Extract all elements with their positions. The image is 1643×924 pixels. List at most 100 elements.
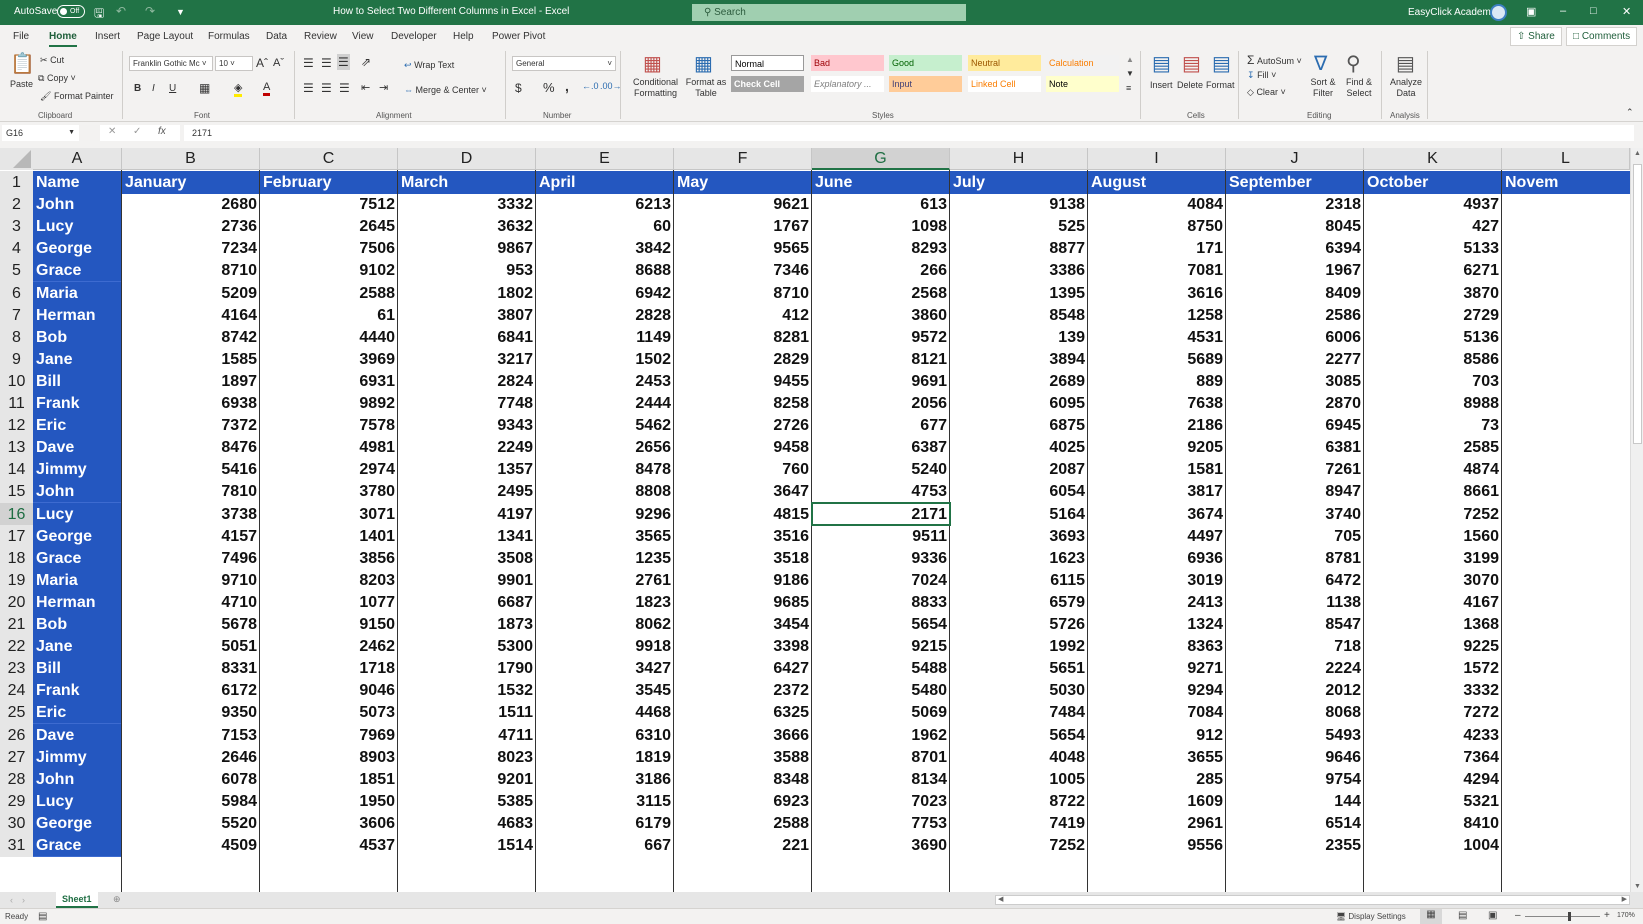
data-cell[interactable]: 705 [1226, 525, 1364, 548]
worksheet-grid[interactable]: ABCDEFGHIJKL 1 Name January February March Ap… [0, 148, 1630, 892]
data-cell[interactable]: 9225 [1364, 635, 1502, 658]
data-cell[interactable]: 8068 [1226, 701, 1364, 724]
data-cell[interactable]: 2828 [536, 304, 674, 327]
data-cell[interactable]: 7496 [122, 547, 260, 570]
analyze-data-icon[interactable]: ▤ [1396, 51, 1415, 76]
undo-icon[interactable]: ↶ [116, 4, 126, 18]
data-cell[interactable]: 9867 [398, 237, 536, 260]
align-center-icon[interactable]: ☰ [321, 81, 332, 95]
zoom-in-icon[interactable]: + [1604, 910, 1610, 921]
data-cell[interactable]: 1873 [398, 613, 536, 636]
data-cell[interactable]: 9572 [812, 326, 950, 349]
data-cell[interactable]: 8348 [674, 768, 812, 791]
data-cell[interactable]: 3070 [1364, 569, 1502, 592]
data-cell[interactable]: 6095 [950, 392, 1088, 415]
align-right-icon[interactable]: ☰ [339, 81, 350, 95]
tab-insert[interactable]: Insert [95, 31, 120, 42]
data-cell[interactable]: 9901 [398, 569, 536, 592]
align-left-icon[interactable]: ☰ [303, 81, 314, 95]
data-cell[interactable]: 3427 [536, 657, 674, 680]
data-cell[interactable]: 8062 [536, 613, 674, 636]
data-cell[interactable]: 7081 [1088, 259, 1226, 282]
column-header-f[interactable]: F [674, 148, 812, 170]
data-cell[interactable]: 8586 [1364, 348, 1502, 371]
fill-color-icon[interactable]: ◈ [234, 81, 243, 97]
row-header[interactable]: 24 [0, 679, 33, 703]
data-cell[interactable]: 8331 [122, 657, 260, 680]
empty-cell[interactable] [1502, 326, 1630, 349]
data-cell[interactable]: 427 [1364, 215, 1502, 238]
data-cell[interactable]: 7372 [122, 414, 260, 437]
data-cell[interactable]: 7506 [260, 237, 398, 260]
data-cell[interactable]: 9892 [260, 392, 398, 415]
data-cell[interactable]: 7512 [260, 193, 398, 216]
data-cell[interactable]: 3817 [1088, 480, 1226, 503]
name-cell[interactable]: Dave [33, 723, 122, 747]
row-header[interactable]: 21 [0, 613, 33, 636]
close-icon[interactable]: ✕ [1622, 5, 1631, 18]
data-cell[interactable]: 2413 [1088, 591, 1226, 614]
data-cell[interactable]: 8363 [1088, 635, 1226, 658]
data-cell[interactable]: 9565 [674, 237, 812, 260]
data-cell[interactable]: 8877 [950, 237, 1088, 260]
data-cell[interactable]: 3780 [260, 480, 398, 503]
data-cell[interactable]: 4233 [1364, 724, 1502, 747]
data-cell[interactable]: 412 [674, 304, 812, 327]
data-cell[interactable]: 4753 [812, 480, 950, 503]
data-cell[interactable]: 3516 [674, 525, 812, 548]
increase-indent-icon[interactable]: ⇥ [379, 81, 388, 94]
name-cell[interactable]: Dave [33, 436, 122, 460]
format-cells-button[interactable]: Format [1206, 80, 1235, 90]
data-cell[interactable]: 1767 [674, 215, 812, 238]
row-header[interactable]: 6 [0, 281, 33, 305]
name-cell[interactable]: Eric [33, 414, 122, 438]
data-cell[interactable]: 667 [536, 834, 674, 857]
data-cell[interactable]: 2462 [260, 635, 398, 658]
header-cell[interactable]: March [398, 171, 536, 194]
data-cell[interactable]: 889 [1088, 370, 1226, 393]
vertical-scroll-thumb[interactable] [1633, 164, 1642, 444]
data-cell[interactable]: 2012 [1226, 679, 1364, 702]
scroll-down-icon[interactable]: ▼ [1634, 883, 1641, 890]
data-cell[interactable]: 4294 [1364, 768, 1502, 791]
data-cell[interactable]: 3115 [536, 790, 674, 813]
name-cell[interactable]: Herman [33, 590, 122, 614]
data-cell[interactable]: 9691 [812, 370, 950, 393]
data-cell[interactable]: 9511 [812, 525, 950, 548]
data-cell[interactable]: 2824 [398, 370, 536, 393]
data-cell[interactable]: 1851 [260, 768, 398, 791]
data-cell[interactable]: 2961 [1088, 812, 1226, 835]
empty-cell[interactable] [1502, 348, 1630, 371]
data-cell[interactable]: 9646 [1226, 746, 1364, 769]
name-cell[interactable]: Lucy [33, 502, 122, 526]
data-cell[interactable]: 9455 [674, 370, 812, 393]
data-cell[interactable]: 2729 [1364, 304, 1502, 327]
data-cell[interactable]: 3085 [1226, 370, 1364, 393]
data-cell[interactable]: 1609 [1088, 790, 1226, 813]
next-sheet-icon[interactable]: › [22, 895, 25, 905]
data-cell[interactable]: 8476 [122, 436, 260, 459]
data-cell[interactable]: 9138 [950, 193, 1088, 216]
name-cell[interactable]: Jane [33, 635, 122, 659]
data-cell[interactable]: 8710 [122, 259, 260, 282]
wrap-text-button[interactable]: ↩ Wrap Text [404, 60, 454, 71]
header-cell[interactable]: September [1226, 171, 1364, 194]
data-cell[interactable]: 5726 [950, 613, 1088, 636]
data-cell[interactable]: 7024 [812, 569, 950, 592]
data-cell[interactable]: 5984 [122, 790, 260, 813]
row-header[interactable]: 20 [0, 590, 33, 614]
top-align-icon[interactable]: ☰ [303, 56, 314, 70]
name-cell[interactable]: George [33, 524, 122, 548]
name-cell[interactable]: Lucy [33, 789, 122, 813]
data-cell[interactable]: 9710 [122, 569, 260, 592]
percent-button[interactable]: % [543, 80, 555, 95]
format-painter-button[interactable]: 🖌 Format Painter [40, 91, 113, 102]
data-cell[interactable]: 1581 [1088, 458, 1226, 481]
name-cell[interactable]: Bill [33, 657, 122, 681]
name-box[interactable]: G16 ▼ [2, 125, 79, 141]
cell-style-neutral[interactable]: Neutral [968, 55, 1041, 71]
empty-cell[interactable] [1502, 547, 1630, 570]
data-cell[interactable]: 6115 [950, 569, 1088, 592]
data-cell[interactable]: 6514 [1226, 812, 1364, 835]
sort-filter-icon[interactable]: ∇ [1314, 51, 1327, 76]
